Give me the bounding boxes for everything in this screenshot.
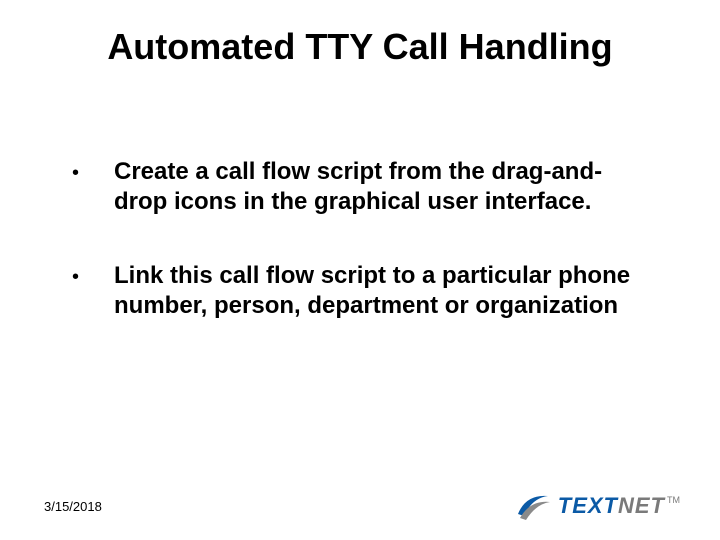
slide: Automated TTY Call Handling • Create a c… bbox=[0, 0, 720, 540]
trademark-icon: TM bbox=[667, 495, 680, 505]
list-item: • Create a call flow script from the dra… bbox=[72, 157, 672, 217]
bullet-icon: • bbox=[72, 261, 114, 291]
list-item: • Link this call flow script to a partic… bbox=[72, 261, 672, 321]
logo-swoosh-icon bbox=[516, 490, 550, 522]
footer-date: 3/15/2018 bbox=[44, 499, 102, 514]
bullet-list: • Create a call flow script from the dra… bbox=[48, 157, 672, 321]
bullet-text: Link this call flow script to a particul… bbox=[114, 261, 654, 321]
slide-title: Automated TTY Call Handling bbox=[48, 26, 672, 67]
logo-word-1: TEXT bbox=[558, 493, 618, 519]
bullet-icon: • bbox=[72, 157, 114, 187]
logo-text: TEXTNET TM bbox=[558, 493, 680, 519]
logo: TEXTNET TM bbox=[516, 490, 680, 522]
bullet-text: Create a call flow script from the drag-… bbox=[114, 157, 654, 217]
logo-word-2: NET bbox=[618, 493, 665, 519]
